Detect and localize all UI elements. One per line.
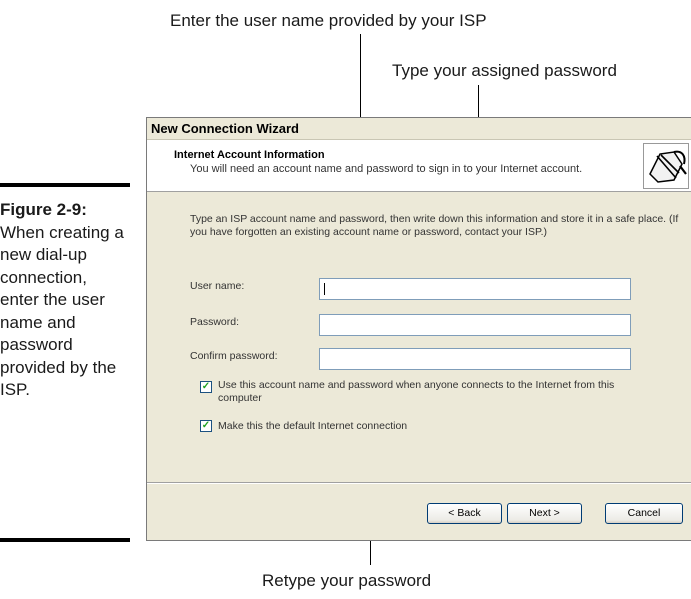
password-label: Password: (190, 316, 240, 328)
user-name-input[interactable] (319, 278, 631, 300)
header-title: Internet Account Information (174, 149, 325, 161)
use-for-anyone-checkbox[interactable]: ✓ (200, 381, 212, 393)
header-subtitle: You will need an account name and passwo… (190, 163, 583, 175)
figure-label: Figure 2-9: (0, 200, 87, 219)
confirm-password-input[interactable] (319, 348, 631, 370)
confirm-password-label: Confirm password: (190, 350, 278, 362)
text-caret (324, 283, 325, 295)
make-default-checkbox[interactable]: ✓ (200, 420, 212, 432)
new-connection-wizard-window: New Connection Wizard Internet Account I… (146, 117, 691, 541)
caption-top-rule (0, 183, 130, 187)
wizard-header: Internet Account Information You will ne… (147, 140, 691, 192)
make-default-label[interactable]: Make this the default Internet connectio… (218, 420, 658, 433)
instructions-text: Type an ISP account name and password, t… (190, 213, 679, 238)
back-button[interactable]: < Back (427, 503, 502, 524)
callout-password: Type your assigned password (392, 61, 617, 80)
footer-separator (147, 482, 691, 484)
figure-caption-text: When creating a new dial-up connection, … (0, 222, 124, 400)
cancel-button[interactable]: Cancel (605, 503, 683, 524)
password-input[interactable] (319, 314, 631, 336)
callout-retype: Retype your password (262, 571, 432, 590)
user-name-label: User name: (190, 280, 245, 292)
callout-user-name: Enter the user name provided by your ISP (170, 11, 487, 30)
next-button[interactable]: Next > (507, 503, 582, 524)
figure-caption: Figure 2-9: When creating a new dial-up … (0, 199, 128, 402)
caption-bottom-rule (0, 538, 130, 542)
use-for-anyone-label[interactable]: Use this account name and password when … (218, 379, 658, 404)
window-title: New Connection Wizard (147, 118, 691, 140)
phone-jack-icon (643, 143, 689, 189)
